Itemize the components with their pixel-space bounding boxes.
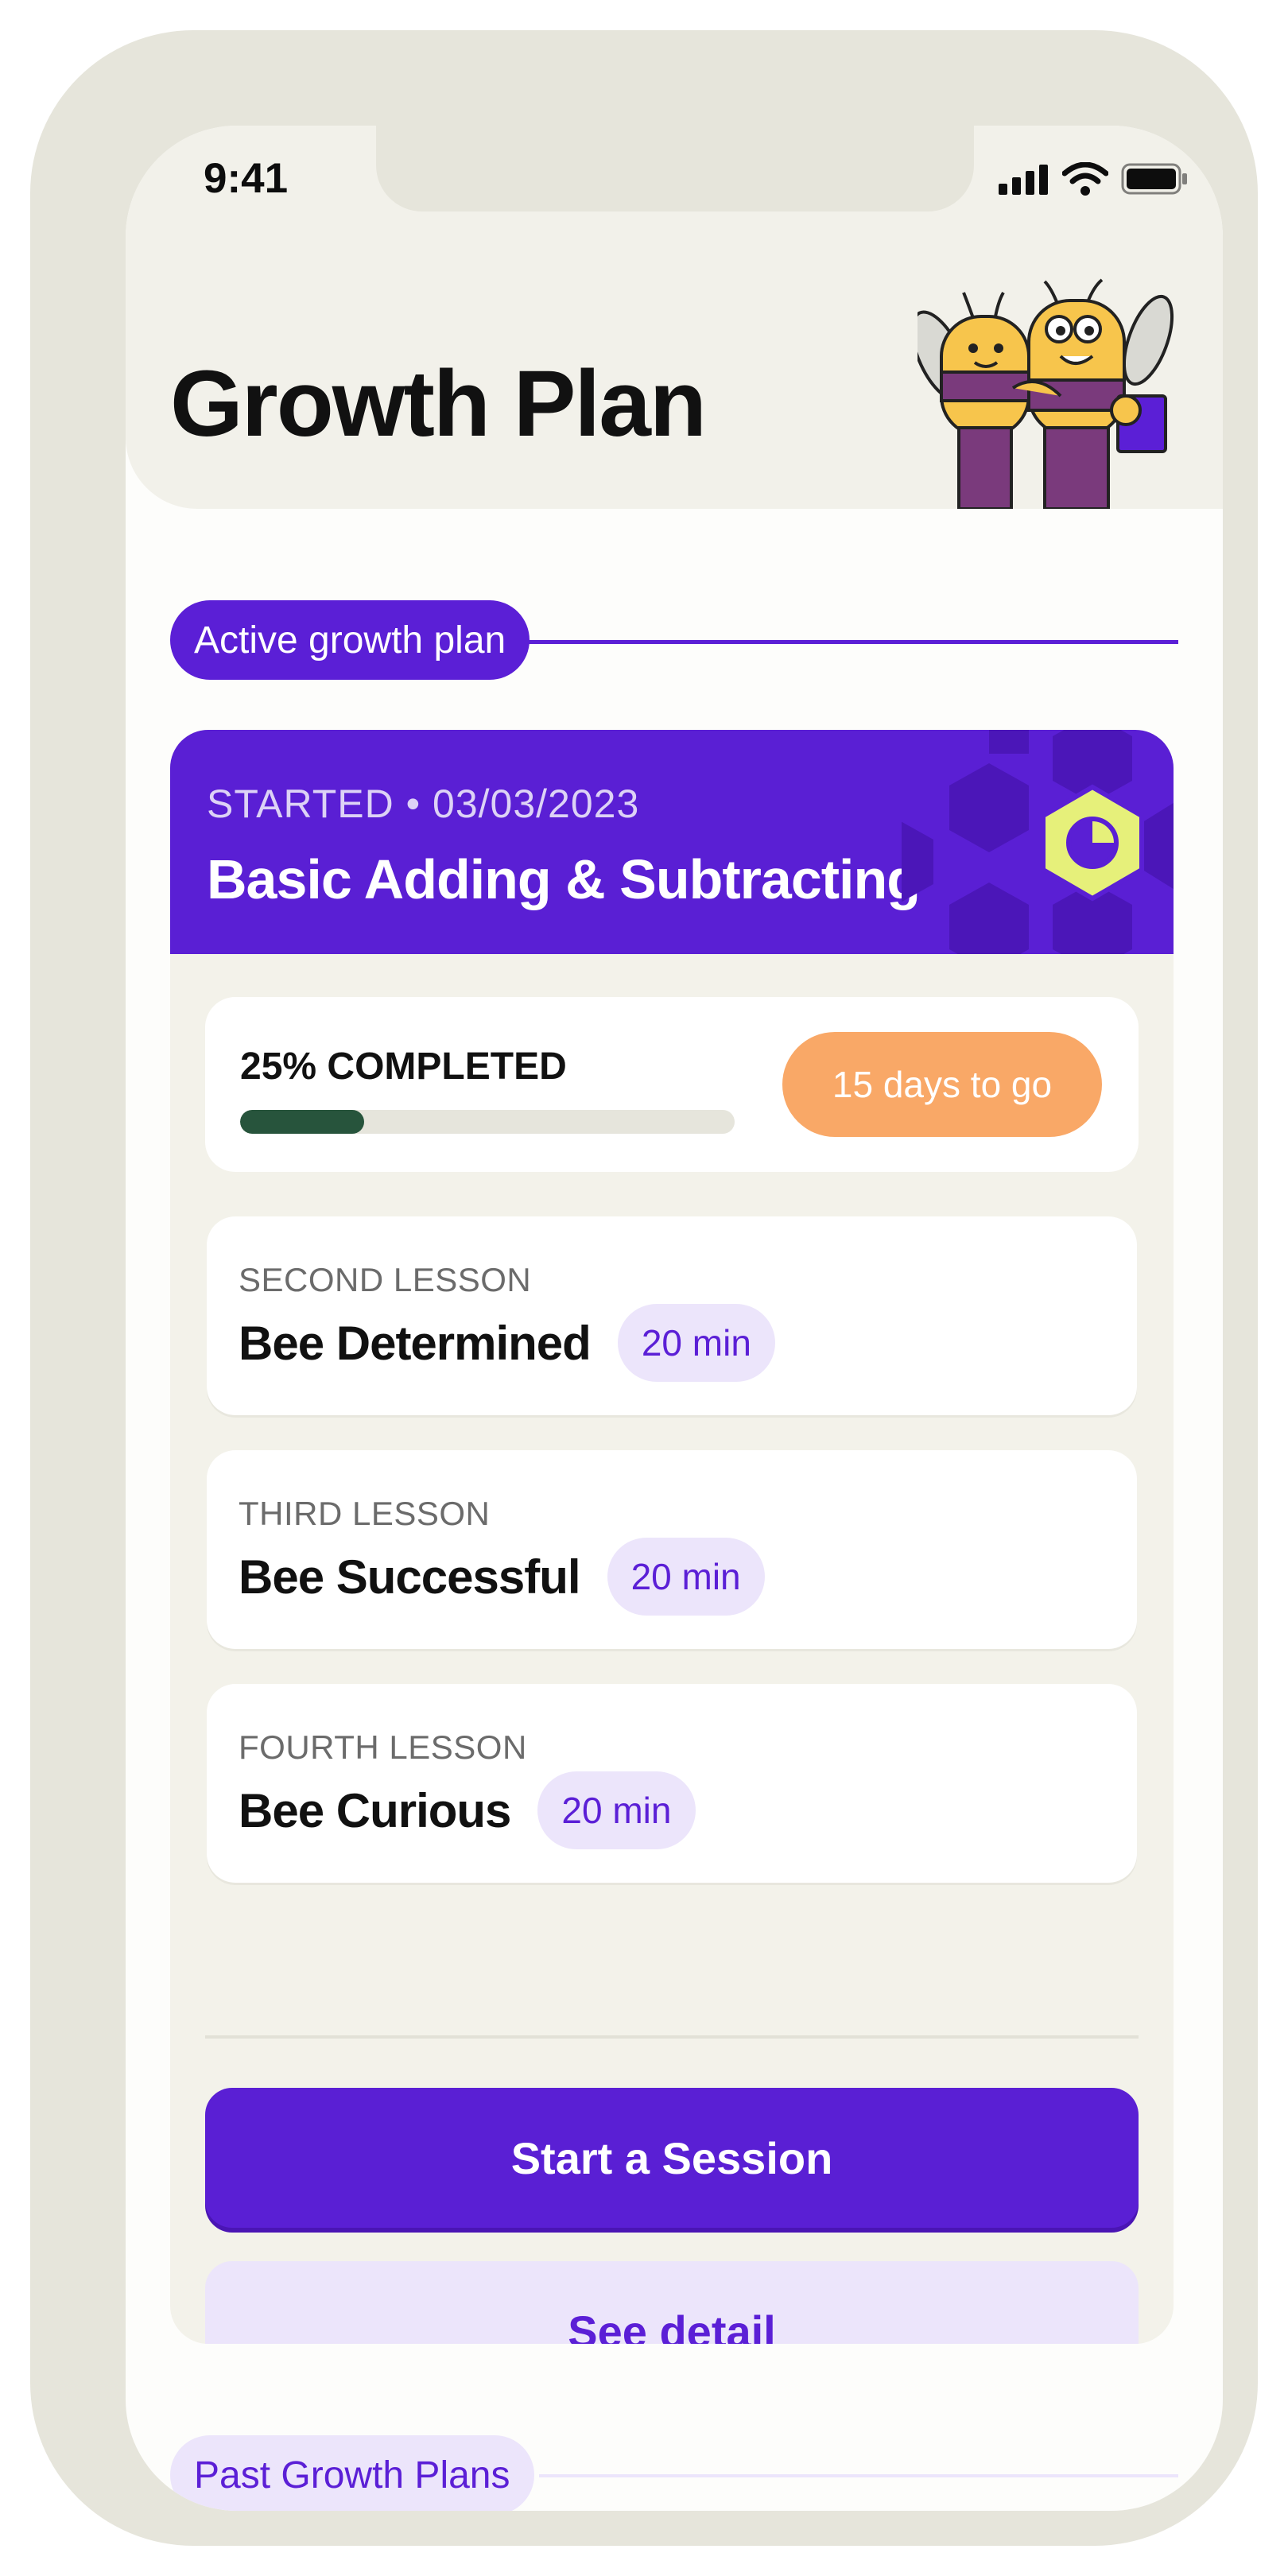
active-plan-label: Active growth plan xyxy=(170,600,530,680)
card-divider xyxy=(205,2035,1139,2039)
bee-illustration xyxy=(918,278,1174,509)
past-plans-divider xyxy=(539,2474,1178,2477)
lesson-duration: 20 min xyxy=(617,1304,775,1382)
status-time: 9:41 xyxy=(204,155,289,202)
lesson-title: Bee Successful xyxy=(239,1550,581,1604)
see-detail-button[interactable]: See detail xyxy=(205,2261,1139,2344)
lesson-order: SECOND LESSON xyxy=(239,1261,532,1298)
header: 9:41 Growth Plan xyxy=(126,126,1223,509)
phone-frame: 9:41 Growth Plan Active growth plan STAR… xyxy=(30,30,1258,2546)
lesson-order: THIRD LESSON xyxy=(239,1495,491,1532)
plan-header: STARTED • 03/03/2023 Basic Adding & Subt… xyxy=(170,730,1174,954)
lesson-duration: 20 min xyxy=(607,1538,765,1616)
lesson-title: Bee Curious xyxy=(239,1783,511,1837)
lesson-order: FOURTH LESSON xyxy=(239,1728,527,1766)
lesson-card[interactable]: THIRD LESSON Bee Successful 20 min xyxy=(207,1450,1137,1649)
app-screen: 9:41 Growth Plan Active growth plan STAR… xyxy=(126,126,1223,2511)
progress-label: 25% COMPLETED xyxy=(240,1046,567,1088)
lesson-duration: 20 min xyxy=(537,1771,696,1849)
days-left-badge: 15 days to go xyxy=(782,1032,1102,1137)
progress-card: 25% COMPLETED 15 days to go xyxy=(205,997,1139,1172)
progress-bar-track xyxy=(240,1110,735,1134)
active-plan-divider xyxy=(523,640,1178,644)
wifi-icon xyxy=(1062,162,1108,196)
progress-bar-fill xyxy=(240,1110,364,1134)
device-notch xyxy=(376,126,974,211)
active-plan-card: STARTED • 03/03/2023 Basic Adding & Subt… xyxy=(170,730,1174,2344)
battery-icon xyxy=(1121,163,1187,195)
lesson-card[interactable]: FOURTH LESSON Bee Curious 20 min xyxy=(207,1684,1137,1883)
lesson-title: Bee Determined xyxy=(239,1316,592,1370)
status-icons xyxy=(999,162,1188,196)
signal-icon xyxy=(999,165,1048,195)
past-plans-label: Past Growth Plans xyxy=(170,2435,534,2511)
lesson-card[interactable]: SECOND LESSON Bee Determined 20 min xyxy=(207,1216,1137,1415)
plan-started-date: STARTED • 03/03/2023 xyxy=(207,782,640,826)
start-session-button[interactable]: Start a Session xyxy=(205,2088,1139,2228)
plan-name: Basic Adding & Subtracting xyxy=(207,848,921,910)
page-title: Growth Plan xyxy=(170,351,707,456)
pie-chart-icon xyxy=(1041,784,1144,902)
